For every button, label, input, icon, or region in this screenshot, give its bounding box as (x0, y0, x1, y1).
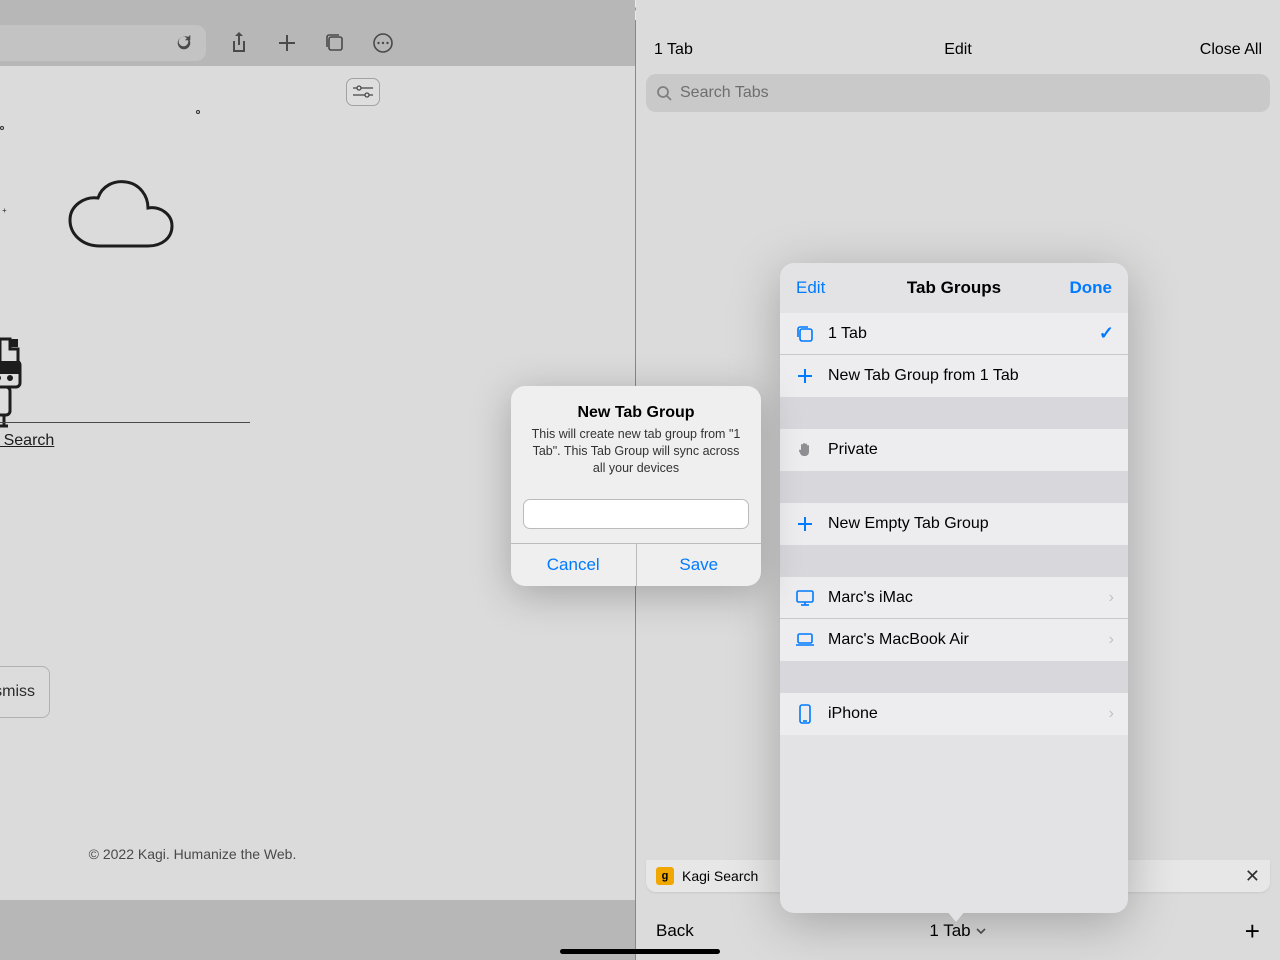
private-row[interactable]: Private (780, 429, 1128, 471)
tab-group-selector[interactable]: 1 Tab (857, 921, 1058, 941)
cancel-button[interactable]: Cancel (511, 544, 636, 586)
chevron-right-icon: › (1109, 631, 1114, 649)
plus-icon (794, 515, 816, 533)
device-row-imac[interactable]: Marc's iMac › (780, 577, 1128, 619)
hand-icon (794, 441, 816, 459)
alert-message: This will create new tab group from "1 T… (527, 426, 745, 477)
row-label: Private (828, 441, 1114, 459)
phone-icon (794, 704, 816, 724)
edit-button[interactable]: Edit (857, 41, 1060, 59)
new-empty-tab-group-row[interactable]: New Empty Tab Group (780, 503, 1128, 545)
favicon-icon: g (656, 867, 674, 885)
row-label: 1 Tab (828, 325, 1087, 343)
row-label: New Tab Group from 1 Tab (828, 367, 1114, 385)
desktop-icon (794, 589, 816, 607)
device-row-iphone[interactable]: iPhone › (780, 693, 1128, 735)
tabs-stack-icon (794, 324, 816, 344)
checkmark-icon: ✓ (1099, 323, 1114, 344)
popover-edit-button[interactable]: Edit (796, 278, 901, 298)
tab-overview-header: 1 Tab Edit Close All (636, 32, 1280, 68)
search-icon (656, 85, 672, 101)
row-label: iPhone (828, 705, 1097, 723)
close-all-button[interactable]: Close All (1059, 41, 1262, 59)
row-label: New Empty Tab Group (828, 515, 1114, 533)
chevron-right-icon: › (1109, 705, 1114, 723)
popover-title: Tab Groups (901, 278, 1006, 298)
plus-icon (794, 367, 816, 385)
tab-group-row-1tab[interactable]: 1 Tab ✓ (780, 313, 1128, 355)
row-label: Marc's MacBook Air (828, 631, 1097, 649)
tab-count-label: 1 Tab (654, 41, 857, 59)
alert-title: New Tab Group (527, 404, 745, 422)
tab-groups-popover: Edit Tab Groups Done 1 Tab ✓ New Tab Gro… (780, 263, 1128, 913)
close-tab-icon[interactable]: ✕ (1245, 866, 1260, 887)
new-tab-button[interactable]: + (1059, 916, 1260, 947)
search-tabs-field[interactable] (646, 74, 1270, 112)
chevron-right-icon: › (1109, 589, 1114, 607)
device-row-macbook[interactable]: Marc's MacBook Air › (780, 619, 1128, 661)
laptop-icon (794, 632, 816, 648)
new-tab-group-from-row[interactable]: New Tab Group from 1 Tab (780, 355, 1128, 397)
home-indicator[interactable] (560, 949, 720, 954)
new-tab-group-alert: New Tab Group This will create new tab g… (511, 386, 761, 586)
search-tabs-input[interactable] (680, 84, 1260, 102)
alert-text-input[interactable] (523, 499, 749, 529)
chevron-down-icon (975, 925, 987, 937)
back-button[interactable]: Back (656, 921, 857, 941)
popover-done-button[interactable]: Done (1007, 278, 1112, 298)
popover-arrow (946, 910, 966, 922)
row-label: Marc's iMac (828, 589, 1097, 607)
save-button[interactable]: Save (636, 544, 762, 586)
